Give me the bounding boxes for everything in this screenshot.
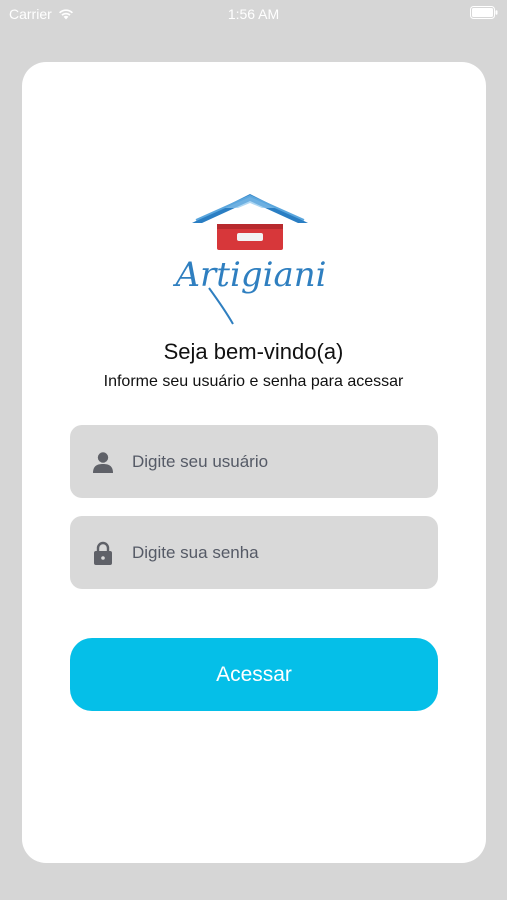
password-input[interactable] bbox=[132, 532, 392, 573]
login-button[interactable]: Acessar bbox=[70, 638, 438, 711]
status-bar: Carrier 1:56 AM bbox=[0, 0, 507, 28]
username-input[interactable] bbox=[132, 441, 392, 482]
welcome-subtitle: Informe seu usuário e senha para acessar bbox=[103, 373, 404, 390]
lock-icon bbox=[92, 541, 114, 565]
password-field[interactable] bbox=[70, 516, 438, 589]
status-right bbox=[470, 6, 498, 19]
battery-icon bbox=[470, 6, 498, 19]
user-icon bbox=[92, 450, 114, 474]
brand-wordmark: Artigiani bbox=[172, 255, 326, 295]
welcome-title: Seja bem-vindo(a) bbox=[163, 339, 344, 364]
status-time: 1:56 AM bbox=[227, 6, 280, 22]
username-field[interactable] bbox=[70, 425, 438, 498]
brand-logo: Artigiani bbox=[165, 128, 335, 328]
